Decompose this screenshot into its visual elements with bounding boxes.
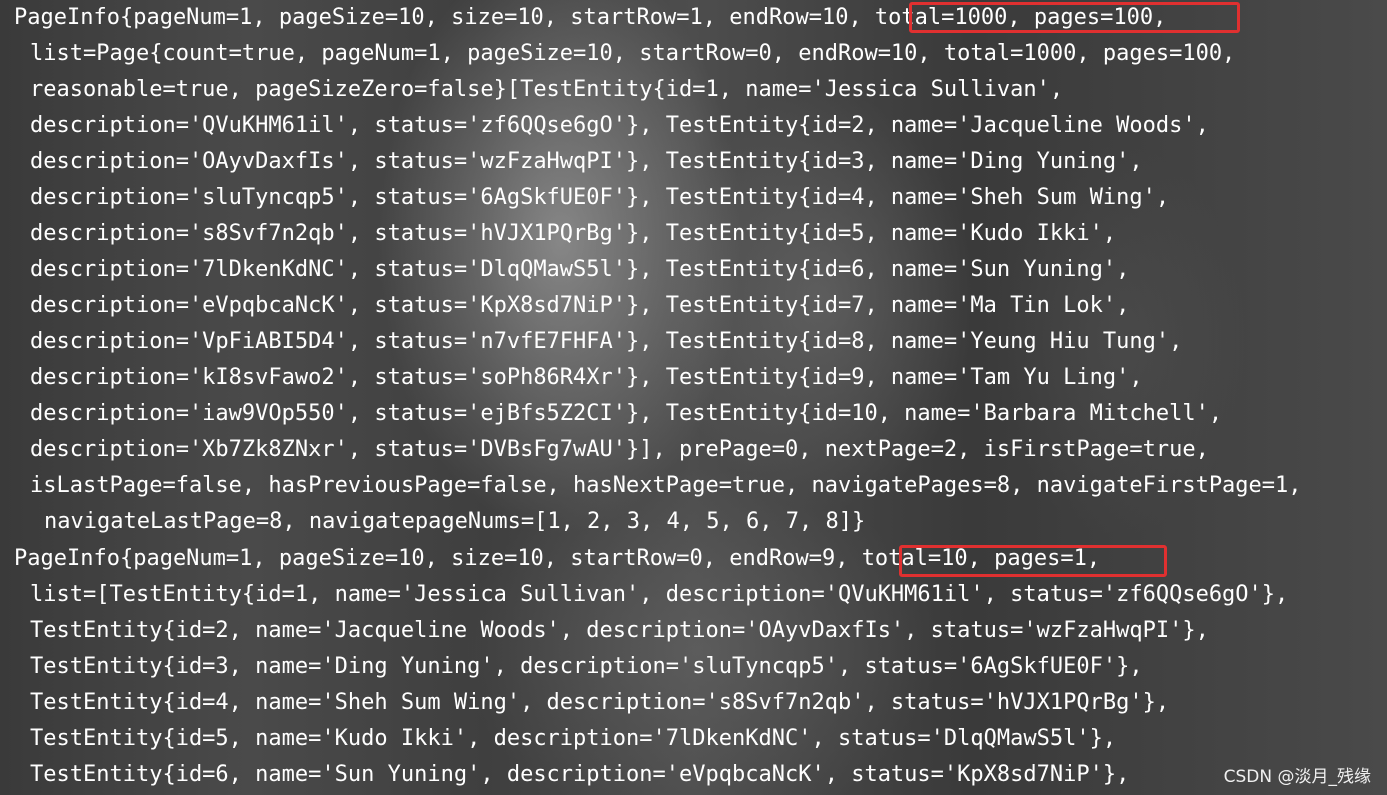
console-line-9: description='eVpqbcaNcK', status='KpX8sd… <box>30 293 1130 318</box>
console-line-6: description='sluTyncqp5', status='6AgSkf… <box>30 185 1170 210</box>
highlight-box-total-1000 <box>909 2 1240 33</box>
console-line-7: description='s8Svf7n2qb', status='hVJX1P… <box>30 221 1117 246</box>
console-line-15: navigateLastPage=8, navigatepageNums=[1,… <box>44 509 866 534</box>
watermark: CSDN @淡月_残缘 <box>1223 767 1371 787</box>
console-line-22: TestEntity{id=6, name='Sun Yuning', desc… <box>30 762 1130 787</box>
console-line-17: list=[TestEntity{id=1, name='Jessica Sul… <box>30 582 1289 607</box>
console-line-2: list=Page{count=true, pageNum=1, pageSiz… <box>30 41 1236 66</box>
console-line-3: reasonable=true, pageSizeZero=false}[Tes… <box>30 77 1064 102</box>
console-line-8: description='7lDkenKdNC', status='DlqQMa… <box>30 257 1130 282</box>
console-line-11: description='kI8svFawo2', status='soPh86… <box>30 365 1143 390</box>
console-line-20: TestEntity{id=4, name='Sheh Sum Wing', d… <box>30 690 1170 715</box>
console-line-13: description='Xb7Zk8ZNxr', status='DVBsFg… <box>30 437 1209 462</box>
console-line-10: description='VpFiABI5D4', status='n7vfE7… <box>30 329 1183 354</box>
highlight-box-total-10 <box>899 545 1167 577</box>
console-line-19: TestEntity{id=3, name='Ding Yuning', des… <box>30 654 1143 679</box>
console-line-14: isLastPage=false, hasPreviousPage=false,… <box>30 473 1302 498</box>
console-line-18: TestEntity{id=2, name='Jacqueline Woods'… <box>30 618 1209 643</box>
console-line-12: description='iaw9VOp550', status='ejBfs5… <box>30 401 1223 426</box>
console-line-4: description='QVuKHM61il', status='zf6QQs… <box>30 113 1209 138</box>
console-line-21: TestEntity{id=5, name='Kudo Ikki', descr… <box>30 726 1117 751</box>
console-output: PageInfo{pageNum=1, pageSize=10, size=10… <box>0 0 1387 795</box>
console-line-5: description='OAyvDaxfIs', status='wzFzaH… <box>30 149 1143 174</box>
